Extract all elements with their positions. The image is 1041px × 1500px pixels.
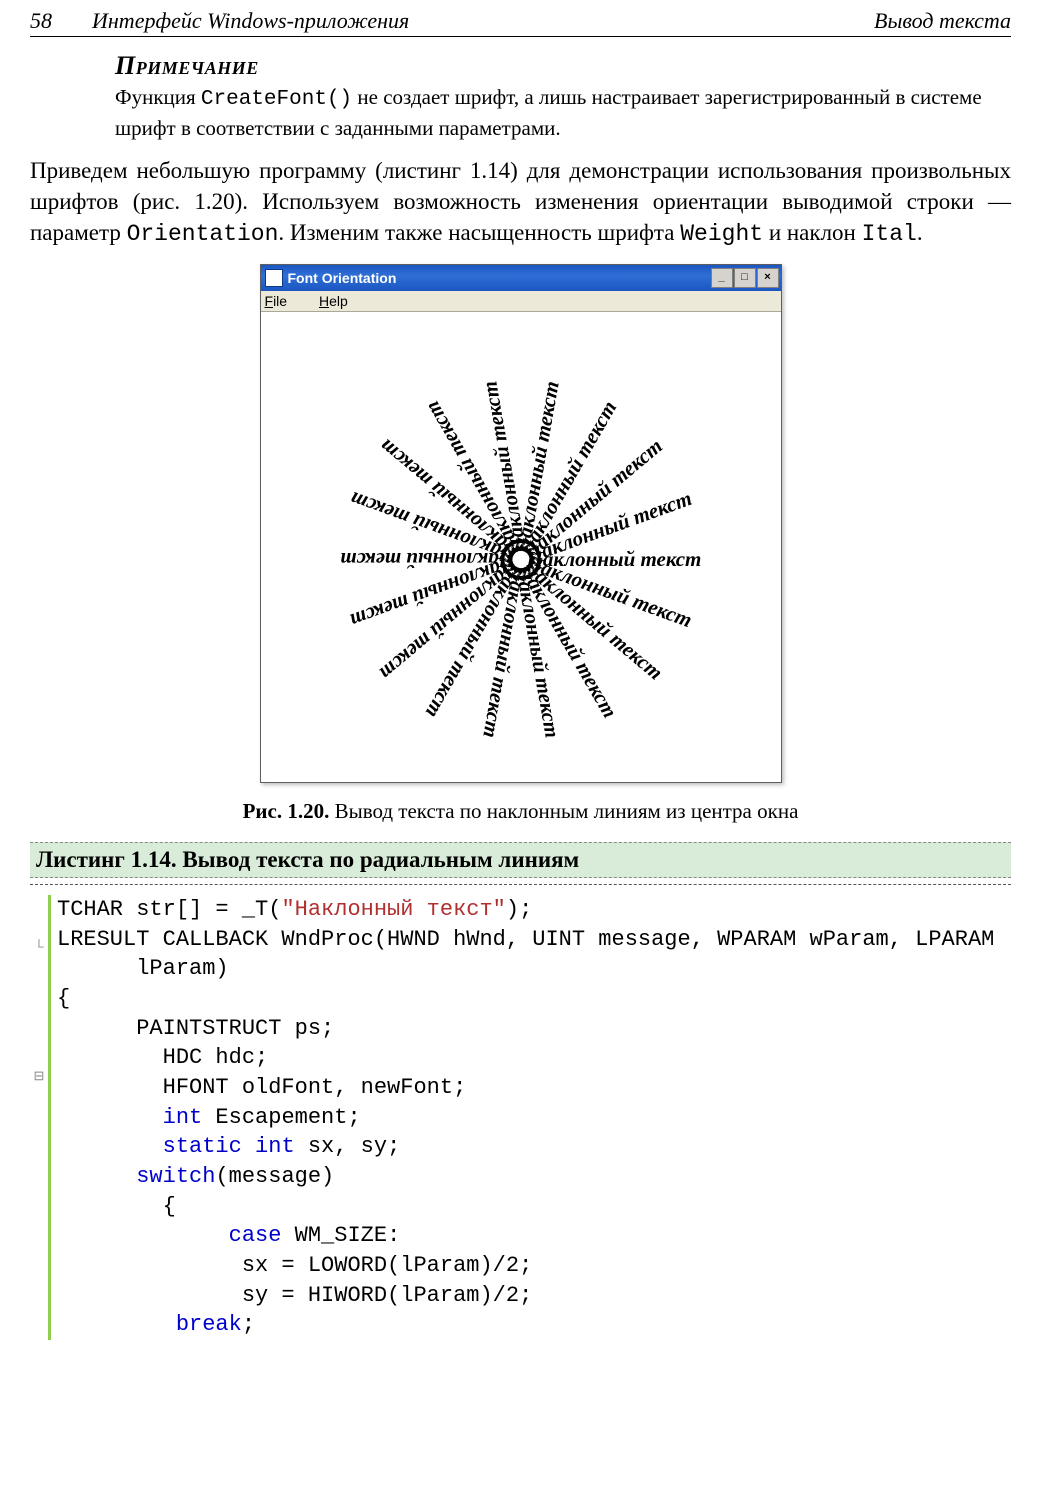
- menu-help[interactable]: Help: [319, 293, 362, 309]
- code-line: case WM_SIZE:: [57, 1223, 400, 1248]
- code-block: └ ⊟ TCHAR str[] = _T("Наклонный текст");…: [30, 895, 1011, 1340]
- code-line: HFONT oldFont, newFont;: [57, 1075, 466, 1100]
- minimize-button[interactable]: _: [711, 268, 733, 288]
- note-title: Примечание: [115, 51, 1011, 81]
- body-paragraph: Приведем небольшую программу (листинг 1.…: [30, 155, 1011, 250]
- code-line: {: [57, 986, 70, 1011]
- code-line: switch(message): [57, 1164, 334, 1189]
- fold-end-icon: └: [30, 932, 48, 962]
- app-icon: [265, 269, 283, 287]
- note-body: Функция CreateFont() не создает шрифт, а…: [115, 83, 1011, 143]
- para-m1: Orientation: [127, 221, 279, 247]
- code-lines: TCHAR str[] = _T("Наклонный текст"); LRE…: [51, 895, 1011, 1340]
- para-t4: .: [917, 220, 923, 245]
- page-header: 58 Интерфейс Windows-приложения Вывод те…: [30, 0, 1011, 37]
- maximize-button[interactable]: □: [734, 268, 756, 288]
- fold-toggle-icon[interactable]: ⊟: [30, 1061, 48, 1091]
- figure-window: Font Orientation _ □ × File Help Наклонн…: [260, 264, 782, 783]
- note-text-pre: Функция: [115, 85, 201, 109]
- note-block: Примечание Функция CreateFont() не созда…: [115, 51, 1011, 143]
- close-button[interactable]: ×: [757, 268, 779, 288]
- divider: [30, 884, 1011, 885]
- menu-file-label: ile: [273, 293, 287, 309]
- menu-help-label: elp: [329, 293, 348, 309]
- figure-caption: Рис. 1.20. Вывод текста по наклонным лин…: [30, 799, 1011, 824]
- listing-header: Листинг 1.14. Вывод текста по радиальным…: [30, 842, 1011, 878]
- menu-file[interactable]: File: [265, 293, 302, 309]
- code-line: HDC hdc;: [57, 1045, 268, 1070]
- titlebar: Font Orientation _ □ ×: [261, 265, 781, 291]
- code-line: sy = HIWORD(lParam)/2;: [57, 1283, 532, 1308]
- code-line: sx = LOWORD(lParam)/2;: [57, 1253, 532, 1278]
- para-t2: . Изменим также насыщенность шрифта: [278, 220, 680, 245]
- figure-canvas: Наклонный текстНаклонный текстНаклонный …: [261, 312, 781, 782]
- code-line: break;: [57, 1312, 255, 1337]
- note-code: CreateFont(): [201, 88, 352, 111]
- code-gutter: └ ⊟: [30, 895, 51, 1340]
- code-line: LRESULT CALLBACK WndProc(HWND hWnd, UINT…: [57, 927, 994, 952]
- caption-text: Вывод текста по наклонным линиям из цент…: [329, 799, 798, 823]
- code-line: static int sx, sy;: [57, 1134, 400, 1159]
- window-title: Font Orientation: [288, 270, 711, 286]
- code-line: TCHAR str[] = _T("Наклонный текст");: [57, 897, 532, 922]
- menubar: File Help: [261, 291, 781, 312]
- header-section: Вывод текста: [874, 8, 1011, 34]
- para-m3: Ital: [862, 221, 917, 247]
- caption-label: Рис. 1.20.: [243, 799, 330, 823]
- para-m2: Weight: [680, 221, 763, 247]
- code-line: int Escapement;: [57, 1105, 361, 1130]
- code-line: PAINTSTRUCT ps;: [57, 1016, 334, 1041]
- code-line: {: [57, 1194, 176, 1219]
- page-number: 58: [30, 8, 52, 34]
- code-line: lParam): [57, 956, 229, 981]
- header-chapter: Интерфейс Windows-приложения: [92, 8, 874, 34]
- para-t3: и наклон: [763, 220, 862, 245]
